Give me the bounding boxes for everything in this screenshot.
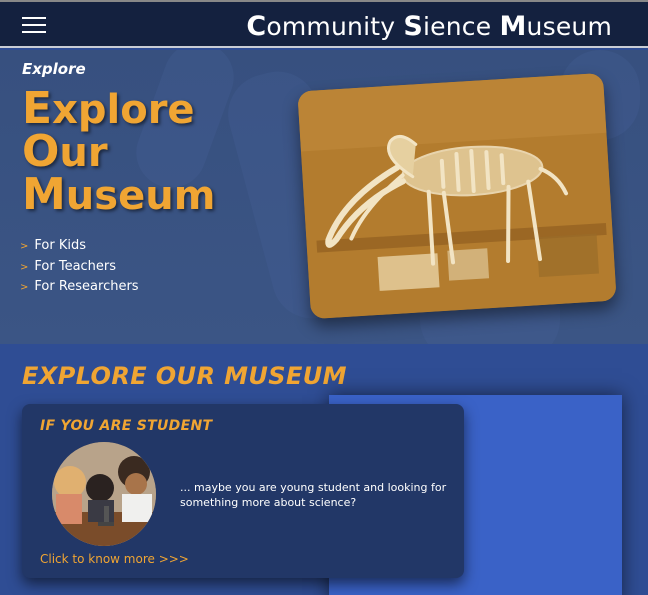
hamburger-menu-icon[interactable] — [22, 17, 46, 33]
site-title[interactable]: Community Sience Museum — [246, 11, 612, 42]
card-description: ... maybe you are young student and look… — [180, 481, 447, 509]
students-microscope-photo — [52, 442, 156, 546]
link-for-teachers[interactable]: > For Teachers — [20, 257, 139, 278]
hero-label: Explore — [22, 60, 86, 78]
hero-links-list: > For Kids > For Teachers > For Researchers — [20, 236, 139, 298]
arrow-icon: > — [20, 241, 29, 252]
link-for-researchers[interactable]: > For Researchers — [20, 277, 139, 298]
hero-title-rest-1: xplore — [52, 87, 195, 133]
brand-rest-1: ommunity — [266, 12, 404, 41]
link-for-kids[interactable]: > For Kids — [20, 236, 139, 257]
hero-title-rest-2: ur — [59, 130, 108, 176]
card-title: IF YOU ARE STUDENT — [40, 418, 213, 434]
brand-rest-2: ience — [423, 12, 500, 41]
student-card: IF YOU ARE STUDENT ... maybe you are you… — [22, 404, 464, 578]
link-label: For Researchers — [34, 279, 139, 294]
brand-cap-1: C — [246, 11, 267, 42]
mammoth-skeleton-icon — [297, 72, 617, 320]
hero-title: Explore Our Museum — [22, 87, 216, 219]
mammoth-skeleton-photo — [297, 72, 617, 320]
hero-banner: Explore Explore Our Museum > For Kids > Fo… — [0, 50, 648, 344]
hero-title-line-1: Explore — [22, 87, 215, 133]
students-microscope-icon — [52, 442, 156, 546]
link-label: For Teachers — [34, 258, 117, 274]
know-more-link[interactable]: Click to know more >>> — [40, 552, 189, 566]
hero-title-line-2: Our — [22, 130, 215, 176]
link-label: For Kids — [34, 238, 86, 253]
top-navbar: Community Sience Museum — [0, 0, 648, 48]
hero-title-line-3: Museum — [22, 173, 216, 219]
brand-cap-3: M — [499, 11, 527, 42]
arrow-icon: > — [20, 261, 29, 273]
hero-title-rest-3: useum — [65, 173, 216, 219]
arrow-icon: > — [20, 282, 29, 293]
section-title: EXPLORE OUR MUSEUM — [22, 362, 347, 390]
brand-rest-3: useum — [526, 12, 612, 41]
hero-title-cap-3: M — [22, 169, 66, 220]
brand-cap-2: S — [403, 11, 424, 42]
